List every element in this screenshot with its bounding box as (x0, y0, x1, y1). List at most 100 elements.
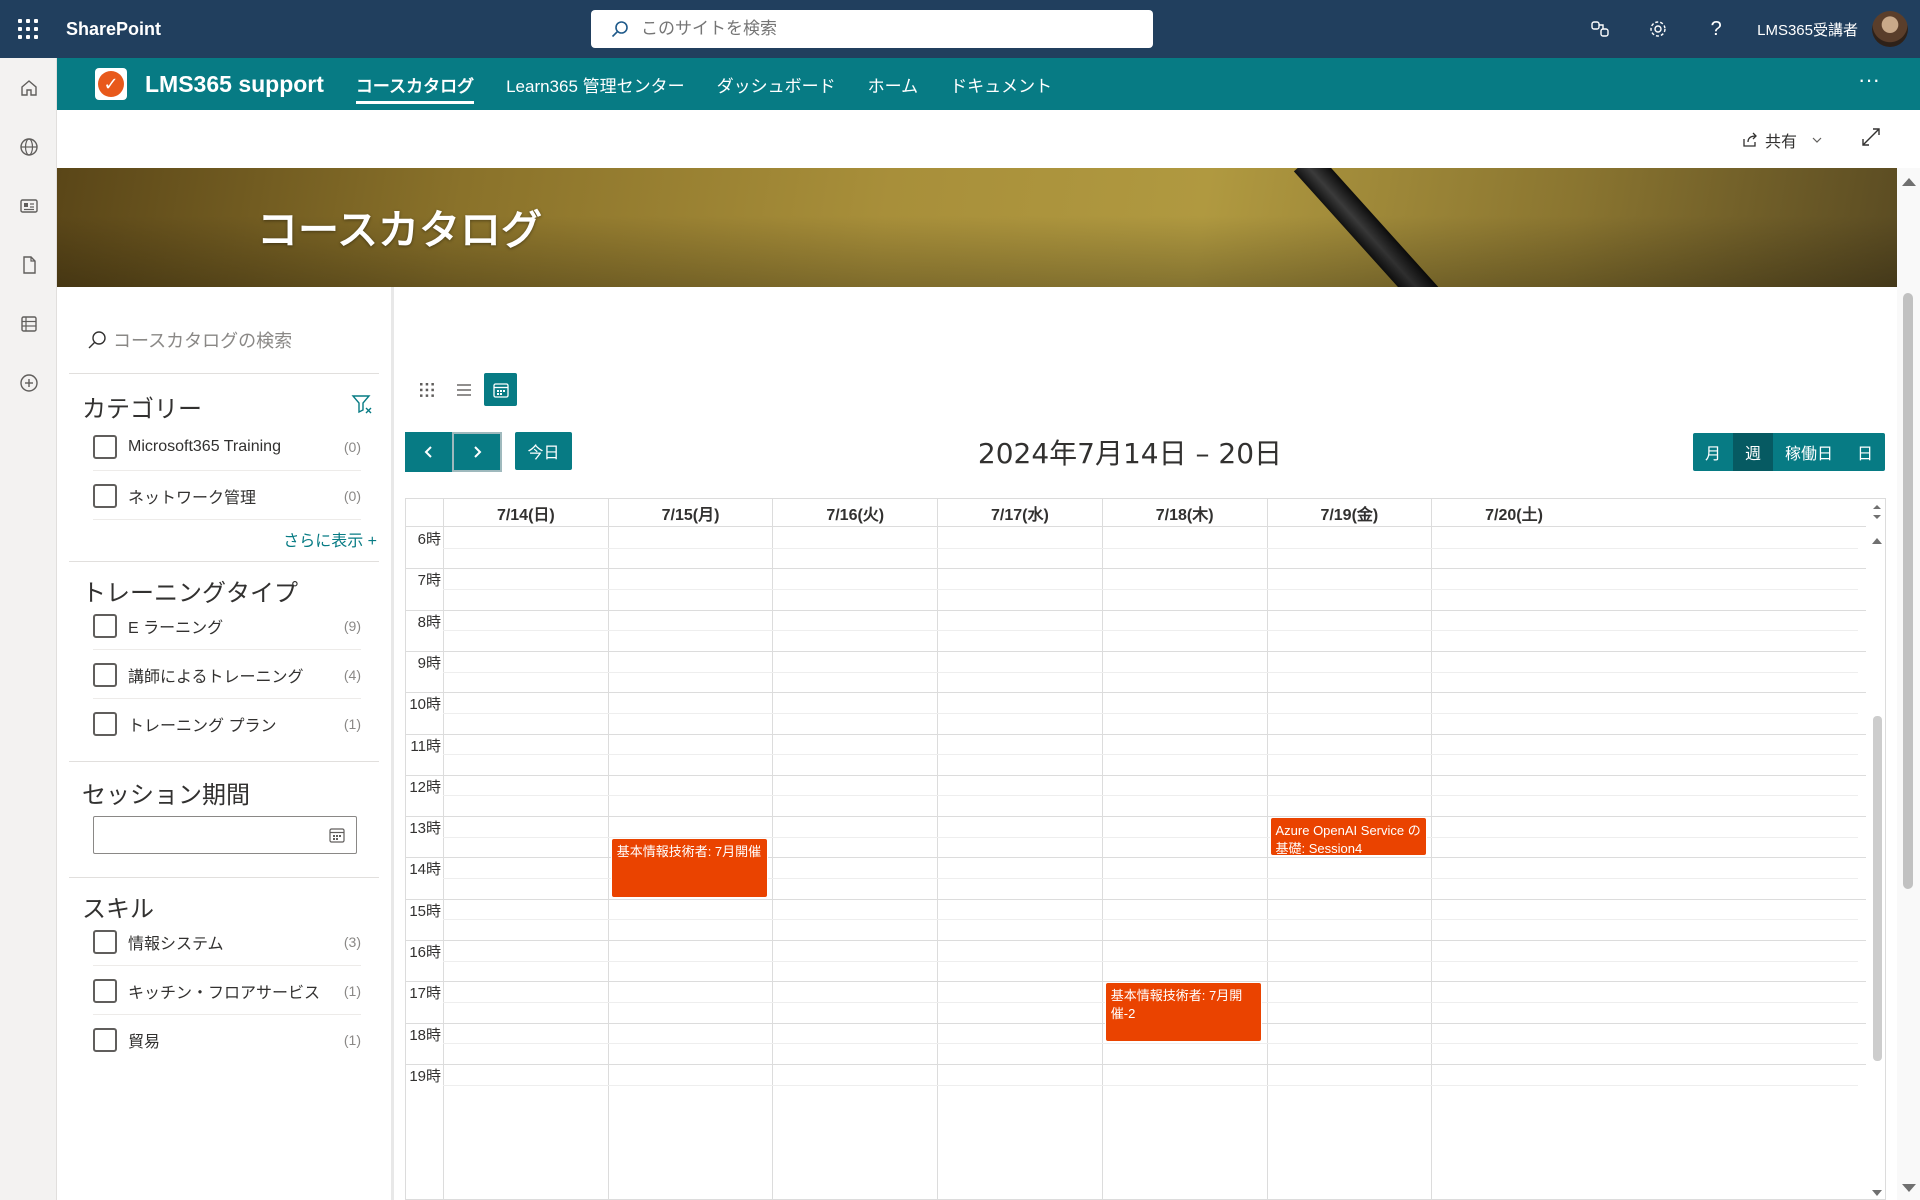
calendar-event[interactable]: 基本情報技術者: 7月開催 (610, 837, 769, 898)
half-hour-line (443, 712, 1858, 714)
share-button[interactable]: 共有 (1741, 128, 1823, 152)
filter-item-trade[interactable]: 貿易 (1) (93, 1016, 361, 1064)
nav-link-home[interactable]: ホーム (868, 58, 919, 110)
hour-label: 15時 (409, 902, 441, 920)
chevron-down-icon (1812, 137, 1822, 143)
site-logo[interactable]: ✓ (95, 68, 127, 100)
news-icon[interactable] (0, 176, 57, 235)
filter-item-elearning[interactable]: E ラーニング (9) (93, 602, 361, 650)
week-calendar: 7/14(日) 7/15(月) 7/16(火) 7/17(水) 7/18(木) 7/19(… (405, 498, 1886, 1200)
filter-item-network[interactable]: ネットワーク管理 (0) (93, 472, 361, 520)
hour-label: 6時 (417, 531, 441, 548)
day-header[interactable]: 7/17(水) (937, 499, 1102, 527)
sharepoint-brand[interactable]: SharePoint (66, 19, 161, 40)
range-workweek-button[interactable]: 稼働日 (1773, 433, 1845, 471)
session-period-heading: セッション期間 (82, 782, 250, 809)
next-week-button[interactable] (452, 432, 502, 472)
hub-navigation: ✓ LMS365 support コースカタログ Learn365 管理センター… (57, 58, 1920, 110)
checkbox[interactable] (93, 978, 117, 1003)
show-more-link[interactable]: さらに表示 + (283, 527, 377, 551)
nav-link-dashboard[interactable]: ダッシュボード (717, 58, 836, 110)
create-plus-icon[interactable] (0, 353, 57, 412)
calendar-event[interactable]: 基本情報技術者: 7月開催-2 (1104, 982, 1263, 1043)
checkbox[interactable] (93, 434, 117, 459)
session-date-input[interactable] (93, 816, 357, 854)
range-week-button[interactable]: 週 (1733, 433, 1774, 471)
copilot-icon[interactable] (1571, 0, 1629, 58)
calendar-icon[interactable] (328, 826, 346, 844)
more-options-icon[interactable]: ··· (1858, 58, 1880, 110)
home-icon[interactable] (0, 58, 57, 117)
divider (69, 561, 379, 562)
settings-gear-icon[interactable] (1629, 0, 1687, 58)
scroll-up-icon[interactable] (1871, 537, 1883, 545)
site-search-box[interactable] (591, 10, 1153, 48)
scroll-updown-icon[interactable] (1872, 503, 1882, 521)
calendar-scrollbar-thumb[interactable] (1873, 716, 1882, 1061)
checkbox[interactable] (93, 929, 117, 954)
scroll-down-icon[interactable] (1902, 1184, 1916, 1192)
catalog-search[interactable]: コースカタログの検索 (87, 327, 387, 353)
expand-icon[interactable] (1860, 126, 1882, 153)
site-search-input[interactable] (641, 19, 1121, 39)
site-title[interactable]: LMS365 support (145, 71, 324, 98)
checkbox[interactable] (93, 613, 117, 638)
filter-item-information-systems[interactable]: 情報システム (3) (93, 918, 361, 966)
day-header[interactable]: 7/20(土) (1431, 499, 1596, 527)
day-header[interactable]: 7/19(金) (1266, 499, 1432, 527)
divider (69, 877, 379, 878)
page-scrollbar[interactable] (1897, 168, 1920, 1200)
grid-view-icon[interactable] (410, 373, 443, 406)
day-header[interactable]: 7/16(火) (772, 499, 937, 527)
hour-label: 10時 (409, 696, 441, 714)
half-hour-line (443, 630, 1858, 632)
list-view-icon[interactable] (447, 373, 480, 406)
filter-icon[interactable] (351, 393, 373, 420)
half-hour-line (443, 1084, 1858, 1086)
calendar-view-icon[interactable] (484, 373, 517, 406)
page-scrollbar-thumb[interactable] (1903, 293, 1913, 889)
filter-item-microsoft365[interactable]: Microsoft365 Training (0) (93, 423, 361, 471)
filter-item-training-plan[interactable]: トレーニング プラン (1) (93, 700, 361, 748)
range-day-button[interactable]: 日 (1845, 433, 1885, 471)
filter-label: キッチン・フロアサービス (128, 984, 321, 1002)
scroll-up-icon[interactable] (1902, 178, 1916, 186)
day-header[interactable]: 7/14(日) (443, 499, 608, 527)
checkbox[interactable] (93, 483, 117, 508)
nav-link-course-catalog[interactable]: コースカタログ (355, 58, 475, 110)
filter-panel: コースカタログの検索 カテゴリー Microsoft365 Training (… (57, 287, 394, 1200)
filter-item-kitchen-floor[interactable]: キッチン・フロアサービス (1) (93, 967, 361, 1015)
checkmark-icon: ✓ (98, 71, 124, 97)
globe-icon[interactable] (0, 117, 57, 176)
calendar-scrollbar[interactable] (1867, 499, 1885, 1199)
today-button[interactable]: 今日 (515, 432, 572, 470)
list-icon[interactable] (0, 294, 57, 353)
filter-item-instructor-led[interactable]: 講師によるトレーニング (4) (93, 651, 361, 699)
hour-label: 18時 (409, 1026, 441, 1044)
file-icon[interactable] (0, 235, 57, 294)
calendar-event[interactable]: Azure OpenAI Service の基礎: Session4 (1269, 817, 1428, 857)
help-icon[interactable]: ? (1687, 0, 1745, 58)
half-hour-line (443, 919, 1858, 921)
filter-count: (3) (343, 933, 361, 950)
scroll-down-icon[interactable] (1871, 1189, 1883, 1197)
calendar-body: 6時 7時 8時 9時 10時 11時 12時 13時 14時 15時 16時 17時 18時 19時 基本… (406, 527, 1866, 1199)
app-launcher-button[interactable] (0, 0, 56, 58)
range-month-button[interactable]: 月 (1693, 433, 1733, 471)
prev-week-button[interactable] (405, 432, 452, 472)
filter-label: 貿易 (128, 1034, 161, 1051)
half-hour-line (443, 1043, 1858, 1045)
day-header[interactable]: 7/15(月) (607, 499, 773, 527)
avatar[interactable] (1872, 11, 1908, 47)
divider (69, 761, 379, 762)
view-toggle (410, 373, 517, 406)
checkbox[interactable] (93, 712, 117, 736)
hour-label: 17時 (409, 985, 441, 1003)
day-header[interactable]: 7/18(木) (1101, 499, 1267, 527)
nav-link-admin-center[interactable]: Learn365 管理センター (506, 58, 685, 110)
checkbox[interactable] (93, 662, 117, 687)
nav-link-documents[interactable]: ドキュメント (950, 58, 1052, 110)
user-name[interactable]: LMS365受講者 (1757, 19, 1858, 40)
hour-label: 16時 (409, 944, 441, 961)
checkbox[interactable] (93, 1028, 117, 1052)
